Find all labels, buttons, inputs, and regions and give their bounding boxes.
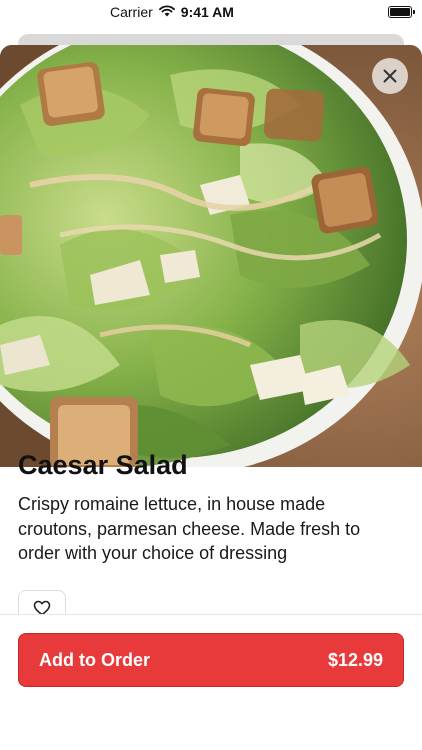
- status-bar: Carrier 9:41 AM: [0, 0, 422, 26]
- carrier-label: Carrier: [110, 4, 153, 20]
- item-description: Crispy romaine lettuce, in house made cr…: [18, 494, 361, 563]
- status-left: Carrier 9:41 AM: [110, 4, 234, 20]
- add-to-order-button[interactable]: Add to Order $12.99: [18, 633, 404, 687]
- price-label: $12.99: [327, 649, 383, 670]
- status-time: 9:41 AM: [180, 4, 234, 20]
- item-title: Caesar Salad: [18, 450, 188, 480]
- menu-item-screen: Carrier 9:41 AM Caesar Salad Crispy roma…: [0, 0, 422, 750]
- close-button[interactable]: [372, 58, 408, 94]
- wifi-icon: [158, 4, 175, 20]
- battery-icon: [388, 6, 415, 18]
- add-to-order-label: Add to Order: [39, 649, 150, 670]
- salad-image: [0, 45, 422, 467]
- battery-fill: [390, 8, 410, 16]
- item-photo: [0, 45, 422, 467]
- close-icon: [383, 69, 397, 83]
